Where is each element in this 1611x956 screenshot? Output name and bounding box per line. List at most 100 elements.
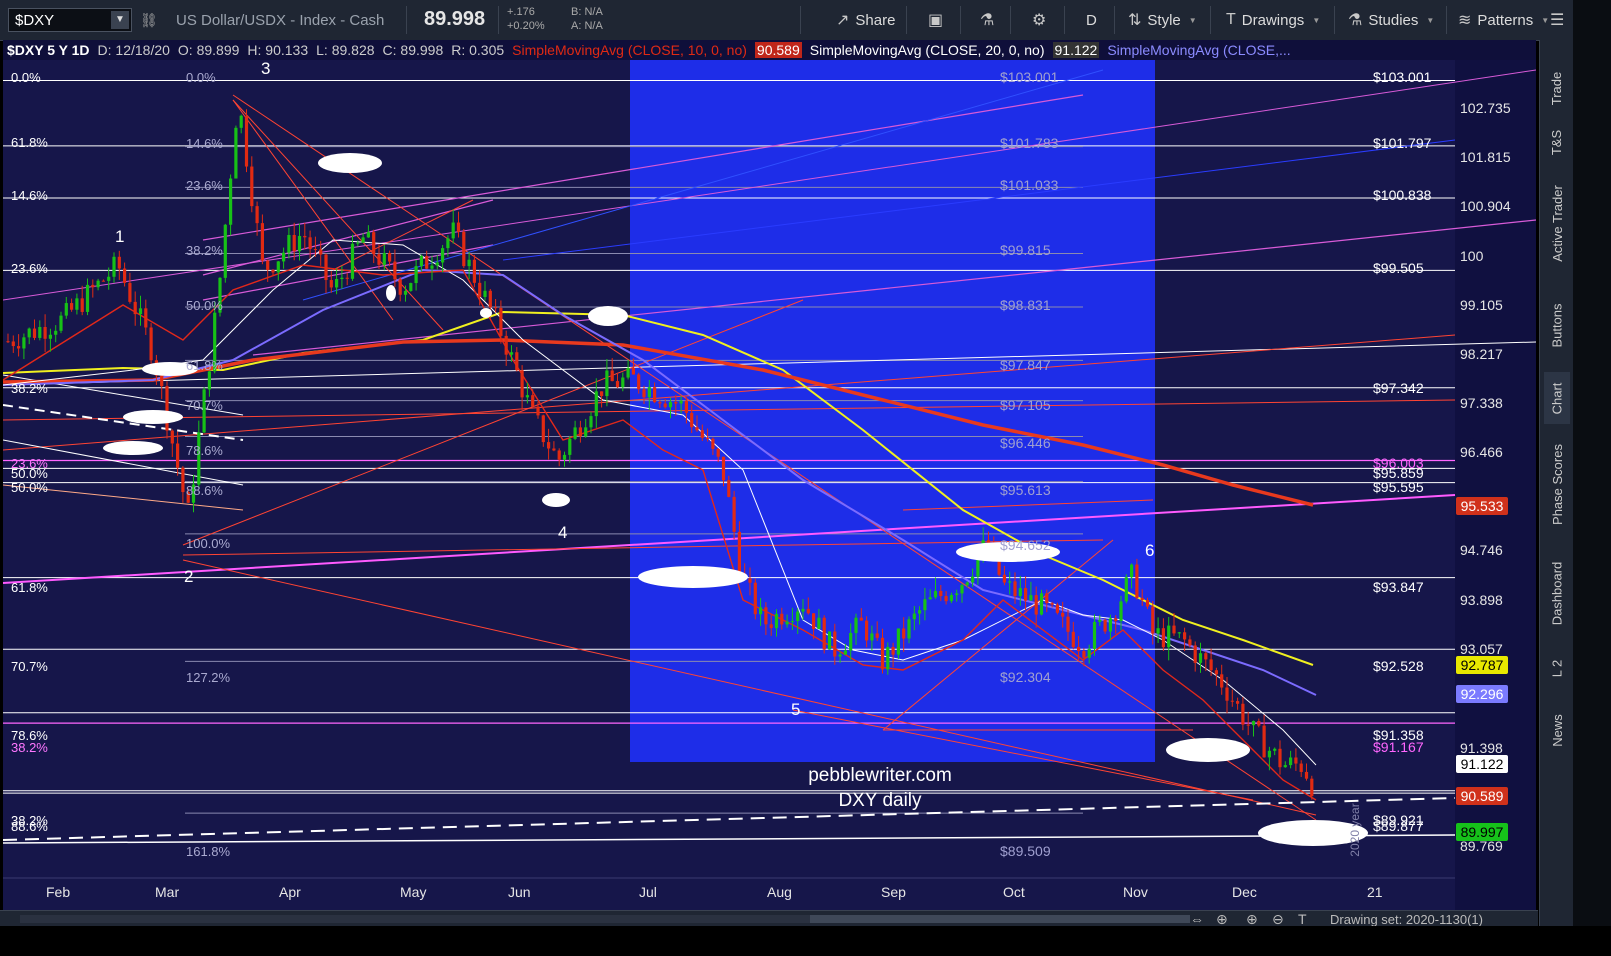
side-tab-l-2[interactable]: L 2 [1544, 648, 1570, 688]
candle-body [181, 467, 185, 493]
scrollbar-thumb[interactable] [810, 915, 1190, 923]
candle-body [144, 308, 148, 328]
candle-body [865, 620, 869, 641]
candle-body [91, 284, 95, 288]
side-tab-chart[interactable]: Chart [1544, 372, 1570, 424]
legend-sma20: SimpleMovingAvg (CLOSE, 20, 0, no) [809, 42, 1045, 58]
candle-body [1145, 600, 1150, 607]
candle-body [923, 599, 927, 611]
change-value: +.176 [507, 6, 535, 18]
style-button[interactable]: ⇅ Style ▼ [1128, 8, 1197, 32]
candle-body [350, 243, 355, 279]
candle-body [70, 303, 74, 310]
candle-body [176, 443, 180, 468]
candle-body [541, 415, 545, 443]
chevron-down-icon[interactable]: ▼ [111, 11, 129, 29]
candle-body [1050, 603, 1054, 605]
price-badge-text: 95.533 [1461, 498, 1504, 514]
candle-body [409, 283, 413, 291]
ask-value: A: N/A [571, 20, 603, 32]
candle-body [1098, 619, 1102, 622]
menu-button[interactable]: ☰ [1550, 8, 1564, 32]
candle-body [594, 391, 598, 417]
candle-body [960, 585, 964, 594]
candle-body [59, 315, 63, 331]
side-tab-news[interactable]: News [1544, 700, 1570, 760]
fib-price-mid: $96.446 [1000, 435, 1051, 451]
candle-body [1077, 647, 1081, 652]
candle-body [499, 307, 503, 336]
price-badge-text: 91.122 [1461, 756, 1504, 772]
candle-body [1103, 619, 1107, 632]
patterns-button[interactable]: ≋ Patterns ▼ [1458, 8, 1549, 32]
time-highlight-zone [630, 60, 1155, 762]
legend-sma20-value: 91.122 [1052, 42, 1100, 58]
candle-body [1230, 700, 1234, 702]
candle-body [64, 303, 68, 316]
style-label: Style [1147, 11, 1181, 29]
fib-price-right: $95.595 [1373, 479, 1424, 495]
candle-body [536, 406, 540, 416]
studies-label: Studies [1368, 11, 1419, 29]
candle-body [430, 265, 434, 269]
candle-body [695, 427, 699, 431]
candle-body [329, 280, 333, 288]
candle-body [1092, 621, 1097, 649]
symbol-description: US Dollar/USDX - Index - Cash [176, 12, 385, 29]
candle-body [11, 341, 15, 347]
flask-button[interactable]: ⚗ [980, 8, 994, 32]
text-tool-icon[interactable]: T [1298, 911, 1307, 927]
marker-ellipse [588, 306, 628, 326]
chart-canvas[interactable]: 0.0%61.8%14.6%23.6%38.2%23.6%50.0%50.0%6… [3, 40, 1536, 910]
drawings-button[interactable]: T Drawings ▼ [1226, 8, 1320, 32]
arrows-icon[interactable]: ⇔ [1190, 911, 1204, 927]
candle-body [1156, 628, 1160, 634]
settings-button[interactable]: ⚙ [1032, 8, 1046, 32]
link-icon[interactable]: ⛓ [140, 12, 158, 28]
divider [1446, 6, 1447, 34]
x-axis-tick: May [400, 884, 426, 900]
net-change: +.176 +0.20% [507, 5, 545, 33]
candle-body [584, 427, 588, 437]
side-tab-active-trader[interactable]: Active Trader [1544, 168, 1570, 278]
chevron-down-icon: ▼ [1312, 15, 1321, 25]
candle-body [790, 621, 794, 623]
price-chart[interactable]: 0.0% 61.8% 14.6% 23.6% 38.2% 23.6% 50.0% 50.0% 6… [3, 40, 1536, 910]
candle-body [403, 290, 408, 295]
snapshot-button[interactable]: ▣ [928, 8, 943, 32]
aggregation-button[interactable]: D [1086, 8, 1097, 32]
candle-body [711, 438, 715, 449]
chevron-down-icon: ▼ [1426, 15, 1435, 25]
side-tab-dashboard[interactable]: Dashboard [1544, 548, 1570, 638]
candle-body [250, 166, 254, 207]
fib-price-mid: $103.001 [1000, 69, 1059, 85]
candle-body [1183, 632, 1187, 640]
candle-body [806, 608, 810, 614]
side-tab-phase-scores[interactable]: Phase Scores [1544, 432, 1570, 536]
candle-body [1172, 625, 1176, 634]
candle-body [223, 224, 227, 278]
divider [800, 6, 801, 34]
x-axis-tick: Mar [155, 884, 179, 900]
candle-body [727, 480, 731, 497]
candle-body [1204, 653, 1208, 660]
style-icon: ⇅ [1128, 12, 1142, 29]
symbol-input[interactable]: $DXY ▼ [8, 8, 132, 32]
candle-body [515, 352, 519, 371]
candle-body [822, 617, 826, 650]
side-tab-buttons[interactable]: Buttons [1544, 290, 1570, 360]
side-tab-trade[interactable]: Trade [1544, 58, 1570, 118]
candle-body [425, 256, 429, 269]
candle-body [1130, 564, 1134, 578]
candle-body [600, 391, 604, 397]
share-button[interactable]: ↗ Share [836, 8, 895, 32]
x-axis-tick: Oct [1003, 884, 1025, 900]
patterns-label: Patterns [1477, 11, 1534, 29]
candle-body [335, 279, 339, 288]
price-badge-text: 92.296 [1461, 686, 1504, 702]
studies-button[interactable]: ⚗ Studies ▼ [1348, 8, 1434, 32]
candle-body [319, 249, 323, 255]
fib-label-left: 14.6% [11, 188, 48, 203]
side-tab-t-s[interactable]: T&S [1544, 122, 1570, 162]
horizontal-scrollbar[interactable] [20, 915, 1190, 923]
